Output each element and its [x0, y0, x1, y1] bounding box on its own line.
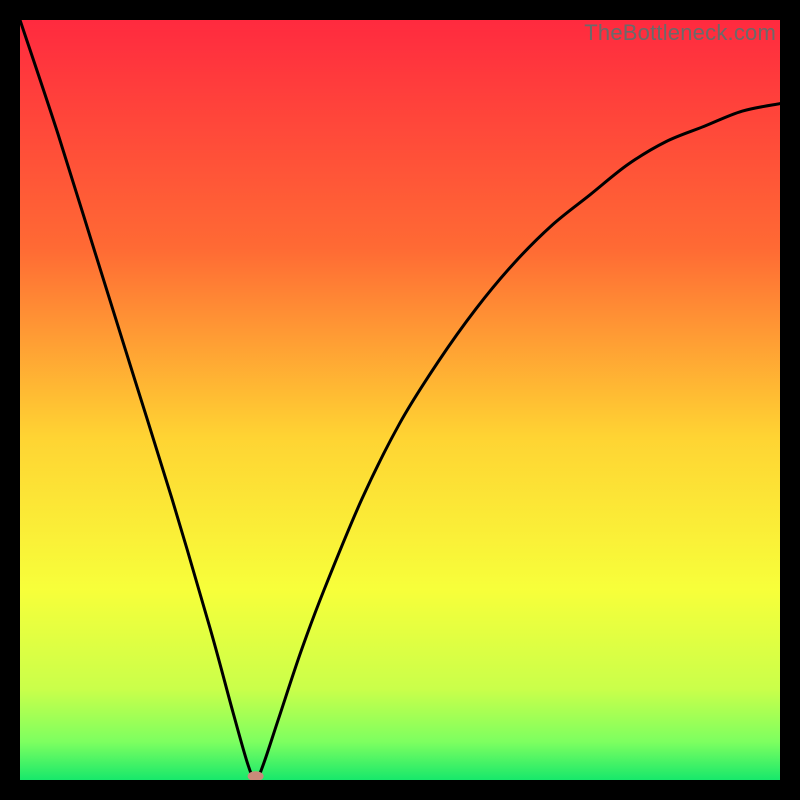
chart-background-gradient	[20, 20, 780, 780]
watermark-text: TheBottleneck.com	[584, 20, 776, 46]
chart-frame: TheBottleneck.com	[20, 20, 780, 780]
bottleneck-chart	[20, 20, 780, 780]
